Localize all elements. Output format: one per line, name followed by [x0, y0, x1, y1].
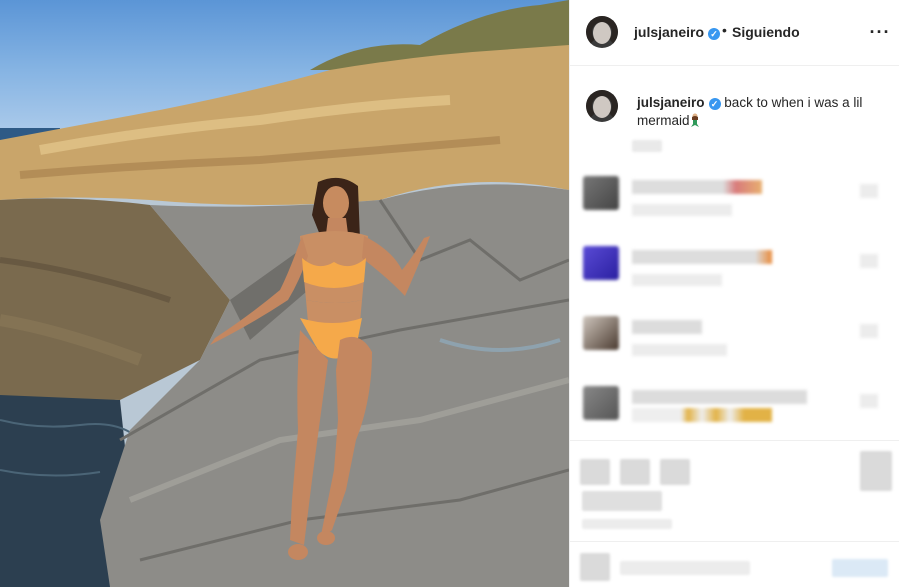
post-side-panel: julsjaneiro ✓ • Siguiendo ··· julsjaneiro…	[569, 0, 899, 587]
author-username-text[interactable]: julsjaneiro	[634, 24, 704, 40]
comment-text	[632, 320, 702, 334]
comment-row[interactable]	[570, 246, 899, 306]
caption-line1: back to when i was a lil	[724, 95, 863, 110]
post-photo[interactable]	[0, 0, 569, 587]
comment-icon[interactable]	[620, 459, 650, 485]
caption-text: julsjaneiro ✓ back to when i was a lil me…	[637, 94, 887, 130]
photo-scene	[0, 0, 569, 587]
comment-row[interactable]	[570, 386, 899, 446]
caption-verified-badge-icon: ✓	[708, 98, 721, 110]
caption-username[interactable]: julsjaneiro	[637, 95, 705, 110]
header-separator: •	[722, 22, 727, 38]
add-comment-input[interactable]	[620, 561, 750, 575]
author-avatar[interactable]	[586, 16, 618, 48]
follow-status-button[interactable]: Siguiendo	[732, 24, 800, 40]
verified-badge-icon: ✓	[708, 28, 721, 40]
post-caption: julsjaneiro ✓ back to when i was a lil me…	[570, 66, 899, 166]
comment-text	[632, 180, 762, 194]
comment-avatar[interactable]	[583, 176, 619, 210]
comment-like-icon[interactable]	[860, 184, 878, 198]
comment-text	[632, 250, 772, 264]
comment-row[interactable]	[570, 316, 899, 376]
like-icon[interactable]	[580, 459, 610, 485]
more-options-icon[interactable]: ···	[864, 18, 896, 46]
comment-meta	[632, 408, 772, 422]
caption-line2: mermaid	[637, 113, 690, 128]
comment-row[interactable]	[570, 176, 899, 236]
comment-like-icon[interactable]	[860, 394, 878, 408]
comment-avatar[interactable]	[583, 246, 619, 280]
comment-like-icon[interactable]	[860, 254, 878, 268]
emoji-icon[interactable]	[580, 553, 610, 581]
mermaid-emoji-icon	[690, 113, 699, 127]
post-header: julsjaneiro ✓ • Siguiendo ···	[570, 0, 899, 66]
comment-text	[632, 390, 807, 404]
author-username[interactable]: julsjaneiro ✓	[634, 24, 721, 40]
comment-meta	[632, 204, 732, 216]
upper-cliff	[0, 45, 569, 205]
post-actions-area	[570, 440, 899, 587]
comment-meta	[632, 344, 727, 356]
caption-timestamp	[632, 140, 662, 152]
comment-avatar[interactable]	[583, 386, 619, 420]
comment-avatar[interactable]	[583, 316, 619, 350]
post-date	[582, 519, 672, 529]
caption-avatar[interactable]	[586, 90, 618, 122]
comment-like-icon[interactable]	[860, 324, 878, 338]
comment-meta	[632, 274, 722, 286]
likes-count[interactable]	[582, 491, 662, 511]
publish-button[interactable]	[832, 559, 888, 577]
share-icon[interactable]	[660, 459, 690, 485]
save-icon[interactable]	[860, 451, 892, 491]
